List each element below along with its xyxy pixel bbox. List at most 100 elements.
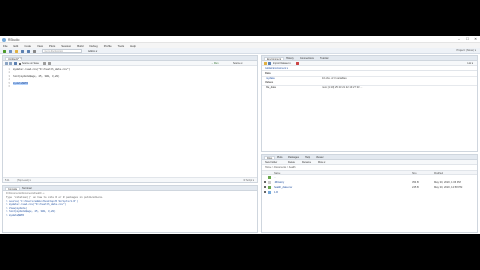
save-all-icon[interactable] — [27, 49, 30, 53]
files-header: Name Size Modified — [262, 170, 477, 175]
run-button[interactable]: → Run — [211, 62, 218, 65]
files-pane: Files Plots Packages Help Viewer New Fol… — [261, 154, 478, 233]
env-row-name[interactable]: mydata — [266, 77, 275, 80]
search-icon[interactable] — [43, 62, 46, 65]
file-modified: May 30, 2020, 12:58 PM — [434, 185, 463, 189]
source-pane: Untitled1* ✕ Source on Save → Run Source… — [2, 55, 258, 183]
code-line[interactable]: hist(mydata$age, 25, 300, 3,20) — [13, 75, 60, 78]
code-line-selected[interactable]: mydata$BMI — [13, 81, 29, 85]
minimize-button[interactable]: – — [458, 37, 460, 41]
environment-pane: Environment History Connections Tutorial… — [261, 55, 478, 152]
source-toolbar: Source on Save → Run Source ▾ — [3, 61, 257, 66]
menu-help[interactable]: Help — [130, 44, 136, 48]
menu-file[interactable]: File — [3, 44, 8, 48]
tab-connections[interactable]: Connections — [298, 57, 316, 61]
forward-arrow-icon[interactable] — [9, 62, 12, 65]
source-on-save-label: Source on Save — [22, 62, 40, 65]
menu-view[interactable]: View — [37, 44, 43, 48]
wand-icon[interactable] — [48, 62, 51, 65]
goto-file-input[interactable]: Go to file/function — [42, 49, 82, 53]
global-environment-selector[interactable]: Global Environment ▾ — [265, 67, 288, 70]
console-tabs: Console Terminal — [3, 186, 257, 191]
code-line[interactable]: mydata<-read.csv("D:/health_data.csv") — [13, 68, 70, 71]
editor-status-bar: 5:11 (Top Level) ▾ R Script ▾ — [3, 177, 257, 182]
file-checkbox[interactable] — [264, 186, 266, 188]
load-workspace-icon[interactable] — [264, 62, 267, 65]
tab-tutorial[interactable]: Tutorial — [318, 57, 330, 61]
menu-edit[interactable]: Edit — [14, 44, 19, 48]
tab-viewer[interactable]: Viewer — [314, 156, 326, 160]
menu-plots[interactable]: Plots — [49, 44, 55, 48]
file-size: 354 B — [412, 180, 419, 184]
save-workspace-icon[interactable] — [268, 62, 271, 65]
file-name[interactable]: .Rhistory — [274, 181, 284, 184]
broom-icon[interactable] — [296, 62, 299, 65]
menu-debug[interactable]: Debug — [89, 44, 97, 48]
back-arrow-icon[interactable] — [5, 62, 8, 65]
new-project-icon[interactable] — [9, 49, 12, 53]
file-name[interactable]: .. — [274, 176, 275, 179]
file-checkbox[interactable] — [264, 181, 266, 183]
tab-plots[interactable]: Plots — [275, 156, 285, 160]
menu-build[interactable]: Build — [77, 44, 83, 48]
tab-history[interactable]: History — [284, 57, 296, 61]
file-icon — [268, 181, 271, 184]
cursor-position: 5:11 — [5, 179, 10, 182]
tab-packages[interactable]: Packages — [286, 156, 301, 160]
file-row[interactable]: .. — [262, 175, 477, 180]
print-icon[interactable] — [33, 49, 36, 53]
source-button[interactable]: Source ▾ — [233, 62, 242, 65]
file-row[interactable]: health_data.csv 245 B May 30, 2020, 12:5… — [262, 185, 477, 190]
tab-files[interactable]: Files — [264, 155, 276, 160]
close-tab-icon[interactable]: ✕ — [20, 57, 22, 60]
maximize-button[interactable]: ☐ — [466, 37, 469, 41]
project-menu[interactable]: Project: (None) ▾ — [457, 49, 476, 52]
more-button[interactable]: More ▾ — [318, 161, 325, 164]
rstudio-window: RStudio – ☐ ✕ File Edit Code View Plots … — [0, 36, 480, 234]
console-path: D:/Documents/Documents/health/ ⇒ — [6, 192, 45, 195]
file-modified: May 30, 2020, 1:06 PM — [434, 180, 461, 184]
goto-file-placeholder: Go to file/function — [44, 50, 64, 54]
menu-tools[interactable]: Tools — [118, 44, 125, 48]
new-file-icon[interactable] — [3, 49, 6, 53]
main-toolbar: Go to file/function Addins ▾ Project: (N… — [0, 48, 480, 54]
menu-session[interactable]: Session — [61, 44, 71, 48]
env-row-value: 10 obs. of 3 variables — [322, 76, 347, 80]
console-pane: Console Terminal D:/Documents/Documents/… — [2, 185, 258, 233]
file-name[interactable]: 1.R — [274, 191, 278, 194]
save-icon[interactable] — [21, 49, 24, 53]
files-toolbar: New Folder Delete Rename More ▾ — [262, 160, 477, 165]
import-dataset-button[interactable]: Import Dataset ▾ — [273, 62, 291, 65]
file-name[interactable]: health_data.csv — [274, 186, 292, 189]
scope-selector[interactable]: (Top Level) ▾ — [17, 179, 31, 182]
console-line[interactable]: > mydata$BMI — [6, 214, 24, 217]
environment-scope-bar: Global Environment ▾ — [262, 66, 477, 71]
env-value-name[interactable]: file_data — [266, 86, 276, 89]
save-file-icon[interactable] — [14, 62, 17, 65]
tab-help[interactable]: Help — [303, 156, 312, 160]
files-breadcrumb[interactable]: Home > Documents > health — [265, 166, 295, 169]
line-number: 6 — [8, 85, 10, 88]
tab-environment[interactable]: Environment — [264, 56, 285, 61]
file-row[interactable]: .Rhistory 354 B May 30, 2020, 1:06 PM — [262, 180, 477, 185]
list-view-selector[interactable]: List ▾ — [467, 62, 473, 65]
tab-terminal[interactable]: Terminal — [20, 187, 33, 191]
menu-code[interactable]: Code — [24, 44, 31, 48]
new-folder-button[interactable]: New Folder — [265, 161, 277, 164]
menu-profile[interactable]: Profile — [104, 44, 112, 48]
delete-button[interactable]: Delete — [288, 161, 295, 164]
file-size: 245 B — [412, 185, 419, 189]
tab-console[interactable]: Console — [5, 186, 21, 191]
title-bar: RStudio – ☐ ✕ — [0, 36, 480, 43]
file-row[interactable]: 1.R — [262, 190, 477, 195]
close-button[interactable]: ✕ — [474, 37, 477, 41]
open-file-icon[interactable] — [15, 49, 18, 53]
rename-button[interactable]: Rename — [302, 161, 311, 164]
up-folder-icon — [268, 176, 271, 179]
file-type-selector[interactable]: R Script ▾ — [244, 179, 254, 182]
addins-button[interactable]: Addins ▾ — [88, 50, 97, 53]
source-on-save-checkbox[interactable] — [19, 62, 21, 65]
divider — [262, 75, 477, 76]
r-script-icon — [268, 191, 271, 194]
file-checkbox[interactable] — [264, 191, 266, 193]
